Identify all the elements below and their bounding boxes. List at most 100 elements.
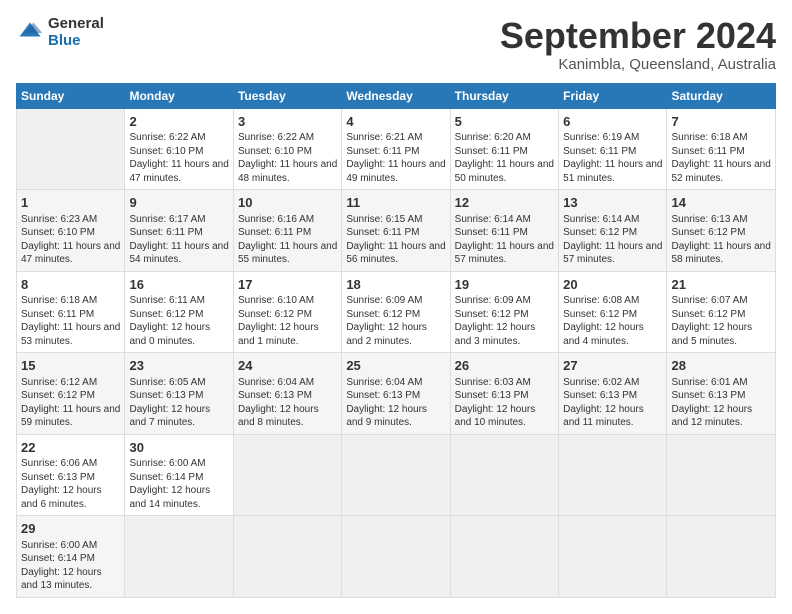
day-number: 2 — [129, 113, 228, 131]
table-row: 28 Sunrise: 6:01 AM Sunset: 6:13 PM Dayligh… — [667, 353, 776, 435]
day-number: 13 — [563, 194, 662, 212]
sunset-label: Sunset: 6:11 PM — [563, 146, 636, 157]
sunset-label: Sunset: 6:10 PM — [21, 227, 95, 238]
sunrise-label: Sunrise: 6:10 AM — [238, 295, 314, 306]
daylight-label: Daylight: 12 hours and 0 minutes. — [129, 322, 210, 347]
day-number: 17 — [238, 276, 337, 294]
daylight-label: Daylight: 11 hours and 55 minutes. — [238, 241, 337, 266]
sunrise-label: Sunrise: 6:14 AM — [455, 214, 531, 225]
table-row: 10Sunrise: 6:16 AMSunset: 6:11 PMDayligh… — [233, 190, 341, 272]
sunrise-label: Sunrise: 6:02 AM — [563, 377, 639, 388]
sunrise-label: Sunrise: 6:22 AM — [238, 132, 314, 143]
day-number: 4 — [346, 113, 445, 131]
day-number: 26 — [455, 357, 554, 375]
sunrise-label: Sunrise: 6:16 AM — [238, 214, 314, 225]
day-number: 3 — [238, 113, 337, 131]
table-row: 23Sunrise: 6:05 AMSunset: 6:13 PMDayligh… — [125, 353, 233, 435]
daylight-label: Daylight: 11 hours and 57 minutes. — [455, 241, 554, 266]
sunrise-label: Sunrise: 6:08 AM — [563, 295, 639, 306]
sunrise-label: Sunrise: 6:19 AM — [563, 132, 639, 143]
day-number: 21 — [671, 276, 771, 294]
table-row: 11Sunrise: 6:15 AMSunset: 6:11 PMDayligh… — [342, 190, 450, 272]
table-row — [559, 434, 667, 516]
daylight-label: Daylight: 11 hours and 58 minutes. — [671, 241, 770, 266]
day-number: 11 — [346, 194, 445, 212]
day-number: 16 — [129, 276, 228, 294]
calendar-week-row: 8Sunrise: 6:18 AMSunset: 6:11 PMDaylight… — [17, 271, 776, 353]
table-row: 8Sunrise: 6:18 AMSunset: 6:11 PMDaylight… — [17, 271, 125, 353]
daylight-label: Daylight: 12 hours and 11 minutes. — [563, 404, 644, 429]
sunset-label: Sunset: 6:11 PM — [671, 146, 744, 157]
table-row — [450, 434, 558, 516]
sunrise-label: Sunrise: 6:21 AM — [346, 132, 422, 143]
sunset-label: Sunset: 6:13 PM — [671, 390, 745, 401]
sunrise-label: Sunrise: 6:09 AM — [455, 295, 531, 306]
daylight-label: Daylight: 11 hours and 49 minutes. — [346, 159, 445, 184]
sunrise-label: Sunrise: 6:01 AM — [671, 377, 747, 388]
day-number: 24 — [238, 357, 337, 375]
table-row — [667, 434, 776, 516]
table-row — [342, 434, 450, 516]
sunrise-label: Sunrise: 6:03 AM — [455, 377, 531, 388]
day-number: 29 — [21, 520, 120, 538]
sunset-label: Sunset: 6:10 PM — [238, 146, 312, 157]
day-number: 20 — [563, 276, 662, 294]
calendar-week-row: 22Sunrise: 6:06 AMSunset: 6:13 PMDayligh… — [17, 434, 776, 516]
sunrise-label: Sunrise: 6:05 AM — [129, 377, 205, 388]
daylight-label: Daylight: 12 hours and 3 minutes. — [455, 322, 536, 347]
header-saturday: Saturday — [667, 83, 776, 108]
day-number: 23 — [129, 357, 228, 375]
sunset-label: Sunset: 6:13 PM — [563, 390, 637, 401]
sunset-label: Sunset: 6:12 PM — [238, 309, 312, 320]
sunset-label: Sunset: 6:13 PM — [455, 390, 529, 401]
table-row: 5Sunrise: 6:20 AMSunset: 6:11 PMDaylight… — [450, 108, 558, 190]
day-number: 22 — [21, 439, 120, 457]
table-row: 21Sunrise: 6:07 AM Sunset: 6:12 PM Dayligh… — [667, 271, 776, 353]
sunset-label: Sunset: 6:14 PM — [129, 472, 203, 483]
title-block: September 2024 Kanimbla, Queensland, Aus… — [500, 16, 776, 73]
daylight-label: Daylight: 11 hours and 53 minutes. — [21, 322, 120, 347]
calendar-header-row: Sunday Monday Tuesday Wednesday Thursday… — [17, 83, 776, 108]
daylight-label: Daylight: 11 hours and 54 minutes. — [129, 241, 228, 266]
sunset-label: Sunset: 6:12 PM — [671, 309, 745, 320]
table-row: 30Sunrise: 6:00 AMSunset: 6:14 PMDayligh… — [125, 434, 233, 516]
daylight-label: Daylight: 12 hours and 12 minutes. — [671, 404, 752, 429]
table-row: 4Sunrise: 6:21 AM Sunset: 6:11 PM Daylight… — [342, 108, 450, 190]
header-wednesday: Wednesday — [342, 83, 450, 108]
daylight-label: Daylight: 12 hours and 7 minutes. — [129, 404, 210, 429]
daylight-label: Daylight: 12 hours and 6 minutes. — [21, 485, 102, 510]
logo-icon — [16, 19, 44, 47]
day-number: 7 — [671, 113, 771, 131]
sunset-label: Sunset: 6:13 PM — [346, 390, 420, 401]
sunrise-label: Sunrise: 6:00 AM — [129, 458, 205, 469]
daylight-label: Daylight: 11 hours and 47 minutes. — [21, 241, 120, 266]
logo-blue: Blue — [48, 33, 104, 50]
sunrise-label: Sunrise: 6:07 AM — [671, 295, 747, 306]
sunset-label: Sunset: 6:11 PM — [455, 146, 528, 157]
table-row: 2Sunrise: 6:22 AMSunset: 6:10 PMDaylight… — [125, 108, 233, 190]
daylight-label: Daylight: 11 hours and 57 minutes. — [563, 241, 662, 266]
sunset-label: Sunset: 6:14 PM — [21, 553, 95, 564]
header-thursday: Thursday — [450, 83, 558, 108]
daylight-label: Daylight: 12 hours and 2 minutes. — [346, 322, 427, 347]
sunset-label: Sunset: 6:11 PM — [129, 227, 202, 238]
sunrise-label: Sunrise: 6:22 AM — [129, 132, 205, 143]
sunset-label: Sunset: 6:11 PM — [238, 227, 311, 238]
sunset-label: Sunset: 6:11 PM — [346, 146, 419, 157]
sunrise-label: Sunrise: 6:00 AM — [21, 540, 97, 551]
sunrise-label: Sunrise: 6:14 AM — [563, 214, 639, 225]
header-friday: Friday — [559, 83, 667, 108]
daylight-label: Daylight: 12 hours and 5 minutes. — [671, 322, 752, 347]
table-row: 9Sunrise: 6:17 AMSunset: 6:11 PMDaylight… — [125, 190, 233, 272]
day-number: 28 — [671, 357, 771, 375]
daylight-label: Daylight: 11 hours and 56 minutes. — [346, 241, 445, 266]
table-row: 3Sunrise: 6:22 AMSunset: 6:10 PMDaylight… — [233, 108, 341, 190]
sunrise-label: Sunrise: 6:06 AM — [21, 458, 97, 469]
daylight-label: Daylight: 11 hours and 47 minutes. — [129, 159, 228, 184]
table-row: 19Sunrise: 6:09 AMSunset: 6:12 PMDayligh… — [450, 271, 558, 353]
sunrise-label: Sunrise: 6:11 AM — [129, 295, 204, 306]
daylight-label: Daylight: 12 hours and 8 minutes. — [238, 404, 319, 429]
sunrise-label: Sunrise: 6:04 AM — [238, 377, 314, 388]
table-row: 16Sunrise: 6:11 AMSunset: 6:12 PMDayligh… — [125, 271, 233, 353]
daylight-label: Daylight: 12 hours and 10 minutes. — [455, 404, 536, 429]
